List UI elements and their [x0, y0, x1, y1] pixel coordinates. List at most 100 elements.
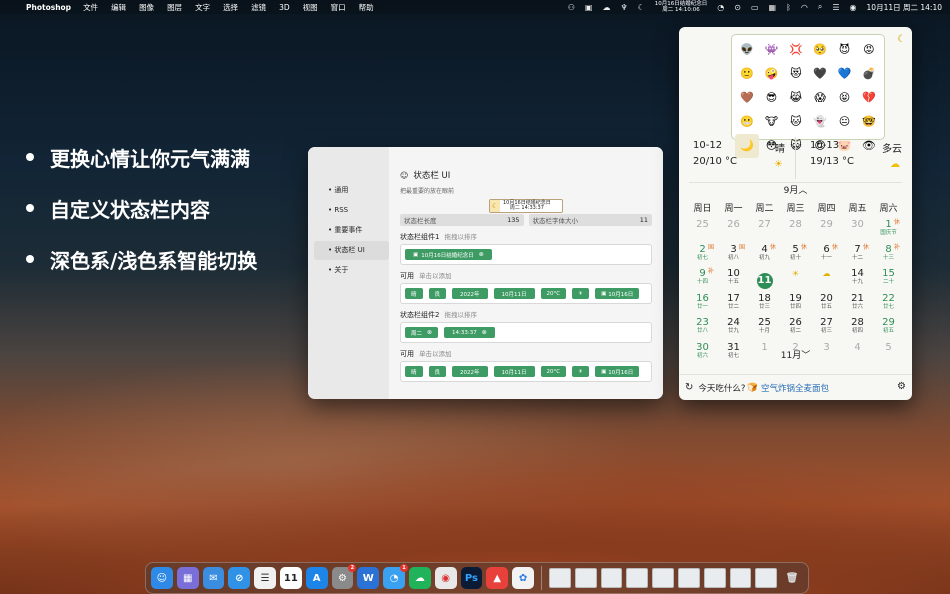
chip-year[interactable]: 2022年 — [452, 366, 488, 377]
chip-remove-icon[interactable]: ⊗ — [427, 329, 432, 336]
calendar-day[interactable]: 8 十三补 — [873, 244, 904, 269]
chevron-down-icon[interactable]: ﹀ — [801, 351, 810, 361]
calendar-day[interactable]: 17 廿二 — [718, 293, 749, 318]
tray-wps-icon[interactable]: ▣ — [585, 3, 593, 12]
chip-anniversary[interactable]: ▣ 10月16日结婚纪念日 ⊗ — [405, 249, 492, 260]
calendar-day[interactable]: 28 初四 — [842, 317, 873, 342]
emoji-option[interactable]: 🤓 — [857, 110, 881, 134]
calendar-day[interactable]: ☁ — [811, 268, 842, 293]
calendar-day[interactable]: 27 — [749, 219, 780, 244]
emoji-option[interactable]: 👻 — [808, 110, 832, 134]
calendar-day[interactable]: 22 廿七 — [873, 293, 904, 318]
system-settings-icon[interactable]: ⚙ 2 — [331, 564, 357, 589]
wps-icon[interactable]: W — [357, 567, 380, 589]
chip-air[interactable]: 良 — [428, 366, 447, 377]
calendar-day-today[interactable]: 11 — [749, 268, 780, 293]
emoji-option[interactable]: 😡 — [857, 38, 881, 62]
statusbar-font-size-field[interactable]: 状态栏字体大小 11 — [528, 214, 652, 226]
drop-app-icon[interactable]: ▲ — [486, 567, 509, 589]
calendar-day[interactable]: 21 廿六 — [842, 293, 873, 318]
tray-wechat-icon[interactable]: ☁ — [602, 3, 610, 12]
calendar-day[interactable]: 27 初三 — [811, 317, 842, 342]
emoji-option[interactable]: 😻 — [784, 62, 808, 86]
calendar-day[interactable]: 10 十五 — [718, 268, 749, 293]
statusbar-length-field[interactable]: 状态栏长度 135 — [400, 214, 524, 226]
calendar-day[interactable]: 19 廿四 — [780, 293, 811, 318]
calendar-day[interactable]: 23 廿八 — [687, 317, 718, 342]
calendar-day[interactable]: ☀ — [780, 268, 811, 293]
calendar-day[interactable]: 14 十九 — [842, 268, 873, 293]
menu-app-name[interactable]: Photoshop — [26, 3, 71, 12]
chip-remove-icon[interactable]: ⊗ — [482, 329, 487, 336]
chip-date[interactable]: 10月11日 — [493, 288, 535, 299]
menu-filter[interactable]: 滤镜 — [251, 2, 266, 13]
document-thumbnail[interactable] — [548, 568, 571, 588]
menu-select[interactable]: 选择 — [223, 2, 238, 13]
group1-dropzone[interactable]: ▣ 10月16日结婚纪念日 ⊗ — [400, 244, 652, 265]
emoji-option[interactable]: 🙂 — [735, 62, 759, 86]
tray-play-icon[interactable]: ⊙ — [734, 3, 741, 12]
chip-temp[interactable]: 20°C — [540, 288, 567, 299]
document-thumbnail[interactable] — [626, 568, 649, 588]
calendar-day[interactable]: 1 国庆节休 — [873, 219, 904, 244]
document-thumbnail[interactable] — [703, 568, 726, 588]
menu-layer[interactable]: 图层 — [167, 2, 182, 13]
wechat-icon[interactable]: ☁ — [408, 567, 431, 589]
chip-year[interactable]: 2022年 — [452, 288, 488, 299]
tray-moon-icon[interactable]: ☾ — [638, 3, 645, 12]
chip-remove-icon[interactable]: ⊗ — [479, 251, 484, 258]
menu-window[interactable]: 窗口 — [331, 2, 346, 13]
photoshop-icon[interactable]: Ps — [460, 567, 483, 589]
emoji-option[interactable]: 🖤 — [808, 62, 832, 86]
emoji-option[interactable]: 😝 — [832, 86, 856, 110]
tray-battery-icon[interactable]: ▭ — [751, 3, 759, 12]
chip-air[interactable]: 良 — [428, 288, 447, 299]
calendar-day[interactable]: 18 廿三 — [749, 293, 780, 318]
menu-bar-clock[interactable]: 10月11日 周二 14:10 — [867, 2, 942, 13]
calendar-day[interactable]: 29 — [811, 219, 842, 244]
mail-icon[interactable]: ✉ — [202, 567, 225, 589]
control-center-icon[interactable]: ☰ — [832, 3, 839, 12]
document-thumbnail[interactable] — [600, 568, 623, 588]
qq-icon[interactable]: ◔ 1 — [383, 564, 408, 589]
calendar-day[interactable]: 25 — [687, 219, 718, 244]
calendar-day[interactable]: 26 — [718, 219, 749, 244]
chip-sun[interactable]: ☀ — [572, 288, 590, 299]
tray-reminder[interactable]: 10月16日结婚纪念日 周二 14:10:06 — [655, 1, 708, 13]
food-suggestion[interactable]: 空气炸锅全麦面包 — [761, 382, 829, 394]
emoji-option[interactable]: 👾 — [759, 38, 783, 62]
emoji-option[interactable]: 😐 — [832, 110, 856, 134]
chip-weekday[interactable]: 周二 ⊗ — [405, 327, 439, 338]
calendar-day[interactable]: 15 二十 — [873, 268, 904, 293]
calendar-day[interactable]: 6 十一休 — [811, 244, 842, 269]
emoji-option[interactable]: 💙 — [832, 62, 856, 86]
calendar-day[interactable]: 16 廿一 — [687, 293, 718, 318]
moon-icon[interactable]: ☾ — [897, 34, 906, 45]
emoji-option[interactable]: 💢 — [784, 38, 808, 62]
calendar-day[interactable]: 30 — [842, 219, 873, 244]
chip-weather[interactable]: 晴 — [405, 366, 423, 377]
month-prev-toggle[interactable]: 9月︿ — [679, 183, 912, 196]
calendar-day[interactable]: 9 十四补 — [687, 268, 718, 293]
chip-sun[interactable]: ☀ — [572, 366, 590, 377]
emoji-option[interactable]: 😈 — [832, 38, 856, 62]
document-thumbnail[interactable] — [652, 568, 674, 588]
flower-app-icon[interactable]: ✿ — [512, 567, 534, 589]
calendar-day[interactable]: 3 初八国 — [718, 244, 749, 269]
document-thumbnail[interactable] — [574, 568, 597, 588]
launchpad-icon[interactable]: ▦ — [176, 567, 199, 589]
menu-view[interactable]: 视图 — [303, 2, 318, 13]
chip-event[interactable]: ▣ 10月16日 — [595, 288, 640, 299]
trash-icon[interactable]: 🗑 — [781, 567, 803, 589]
emoji-option[interactable]: 🐮 — [759, 110, 783, 134]
chip-weather[interactable]: 晴 — [405, 288, 423, 299]
sidebar-item-events[interactable]: • 重要事件 — [314, 221, 389, 240]
tray-input-icon[interactable]: ▦ — [769, 3, 777, 12]
emoji-option[interactable]: 💣 — [857, 62, 881, 86]
calendar-day[interactable]: 20 廿五 — [811, 293, 842, 318]
tray-figure-icon[interactable]: ♆ — [620, 3, 627, 12]
calendar-day[interactable]: 25 十月 — [749, 317, 780, 342]
emoji-option[interactable]: 🤎 — [735, 86, 759, 110]
emoji-option[interactable]: 👽 — [735, 38, 759, 62]
bluetooth-icon[interactable]: ᛒ — [786, 3, 791, 12]
